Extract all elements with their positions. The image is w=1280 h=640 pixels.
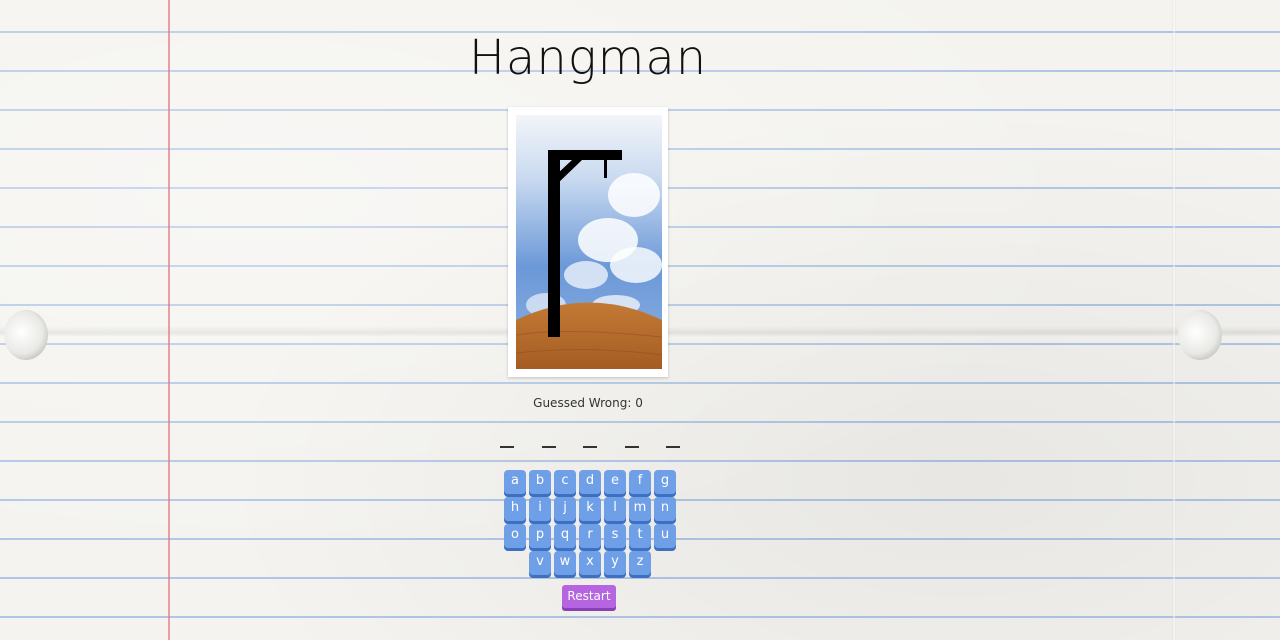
guessed-wrong-label: Guessed Wrong:	[533, 396, 632, 410]
keyboard-row: o p q r s t u	[502, 524, 678, 548]
paper-edge	[1172, 0, 1176, 640]
letter-blank	[583, 446, 597, 448]
key-s[interactable]: s	[604, 524, 626, 548]
key-z[interactable]: z	[629, 551, 651, 575]
restart-button[interactable]: Restart	[562, 585, 616, 608]
key-a[interactable]: a	[504, 470, 526, 494]
key-q[interactable]: q	[554, 524, 576, 548]
key-f[interactable]: f	[629, 470, 651, 494]
key-c[interactable]: c	[554, 470, 576, 494]
keyboard-row: v w x y z	[502, 551, 678, 575]
key-u[interactable]: u	[654, 524, 676, 548]
key-k[interactable]: k	[579, 497, 601, 521]
punch-hole-right	[1178, 310, 1222, 360]
key-d[interactable]: d	[579, 470, 601, 494]
keyboard-row: h i j k l m n	[502, 497, 678, 521]
key-l[interactable]: l	[604, 497, 626, 521]
margin-line	[168, 0, 170, 640]
letter-blank	[541, 446, 556, 448]
key-i[interactable]: i	[529, 497, 551, 521]
key-j[interactable]: j	[554, 497, 576, 521]
key-n[interactable]: n	[654, 497, 676, 521]
punch-hole-left	[4, 310, 48, 360]
page-title: Hangman	[468, 30, 708, 86]
key-x[interactable]: x	[579, 551, 601, 575]
key-t[interactable]: t	[629, 524, 651, 548]
key-m[interactable]: m	[629, 497, 651, 521]
key-e[interactable]: e	[604, 470, 626, 494]
key-v[interactable]: v	[529, 551, 551, 575]
key-p[interactable]: p	[529, 524, 551, 548]
key-o[interactable]: o	[504, 524, 526, 548]
hangman-picture	[508, 107, 668, 377]
letter-blank	[666, 446, 680, 448]
letter-keyboard: a b c d e f g h i j k l m n o p q r s t …	[502, 470, 678, 578]
key-b[interactable]: b	[529, 470, 551, 494]
letter-blank	[624, 446, 639, 448]
gallows-icon	[516, 115, 662, 369]
key-h[interactable]: h	[504, 497, 526, 521]
key-y[interactable]: y	[604, 551, 626, 575]
key-r[interactable]: r	[579, 524, 601, 548]
guessed-wrong-count: 0	[635, 396, 643, 410]
key-g[interactable]: g	[654, 470, 676, 494]
key-w[interactable]: w	[554, 551, 576, 575]
keyboard-row: a b c d e f g	[502, 470, 678, 494]
letter-blank	[500, 446, 514, 448]
word-blanks	[500, 430, 680, 448]
guessed-wrong-status: Guessed Wrong: 0	[488, 396, 688, 410]
